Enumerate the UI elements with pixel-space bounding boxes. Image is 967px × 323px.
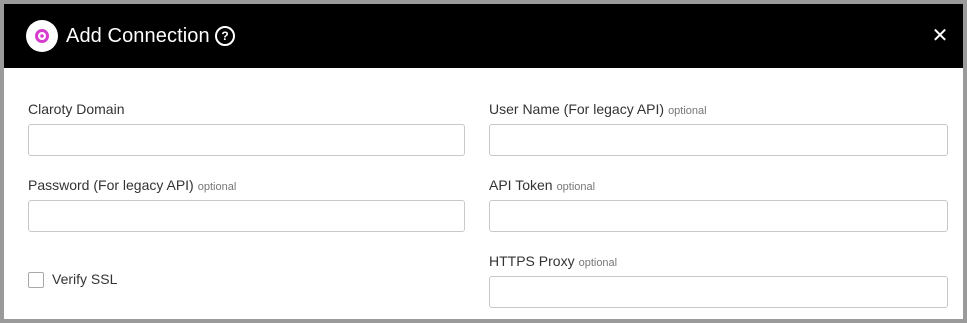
claroty-domain-input[interactable]	[28, 124, 465, 156]
api-token-label: API Token optional	[489, 176, 595, 196]
user-name-input[interactable]	[489, 124, 948, 156]
https-proxy-input[interactable]	[489, 276, 948, 308]
claroty-logo-icon	[26, 20, 58, 52]
https-proxy-label-text: HTTPS Proxy	[489, 253, 575, 269]
password-label: Password (For legacy API) optional	[28, 176, 236, 196]
password-label-text: Password (For legacy API)	[28, 177, 194, 193]
dialog-header: Add Connection ? ✕	[4, 4, 963, 68]
dialog-title: Add Connection	[66, 25, 210, 47]
add-connection-dialog: Add Connection ? ✕ Claroty Domain User N…	[4, 4, 963, 319]
user-name-label: User Name (For legacy API) optional	[489, 100, 707, 120]
optional-tag: optional	[197, 181, 237, 193]
password-input[interactable]	[28, 200, 465, 232]
claroty-domain-label: Claroty Domain	[28, 100, 124, 118]
optional-tag: optional	[668, 105, 707, 117]
optional-tag: optional	[578, 257, 618, 269]
api-token-input[interactable]	[489, 200, 948, 232]
claroty-domain-label-text: Claroty Domain	[28, 101, 125, 117]
user-name-label-text: User Name (For legacy API)	[489, 101, 665, 117]
https-proxy-label: HTTPS Proxy optional	[489, 252, 617, 272]
verify-ssl-checkbox[interactable]	[28, 272, 44, 288]
optional-tag: optional	[556, 181, 596, 193]
verify-ssl-label[interactable]: Verify SSL	[52, 271, 117, 287]
help-icon[interactable]: ?	[215, 26, 235, 46]
close-icon[interactable]: ✕	[930, 26, 950, 46]
api-token-label-text: API Token	[489, 177, 553, 193]
